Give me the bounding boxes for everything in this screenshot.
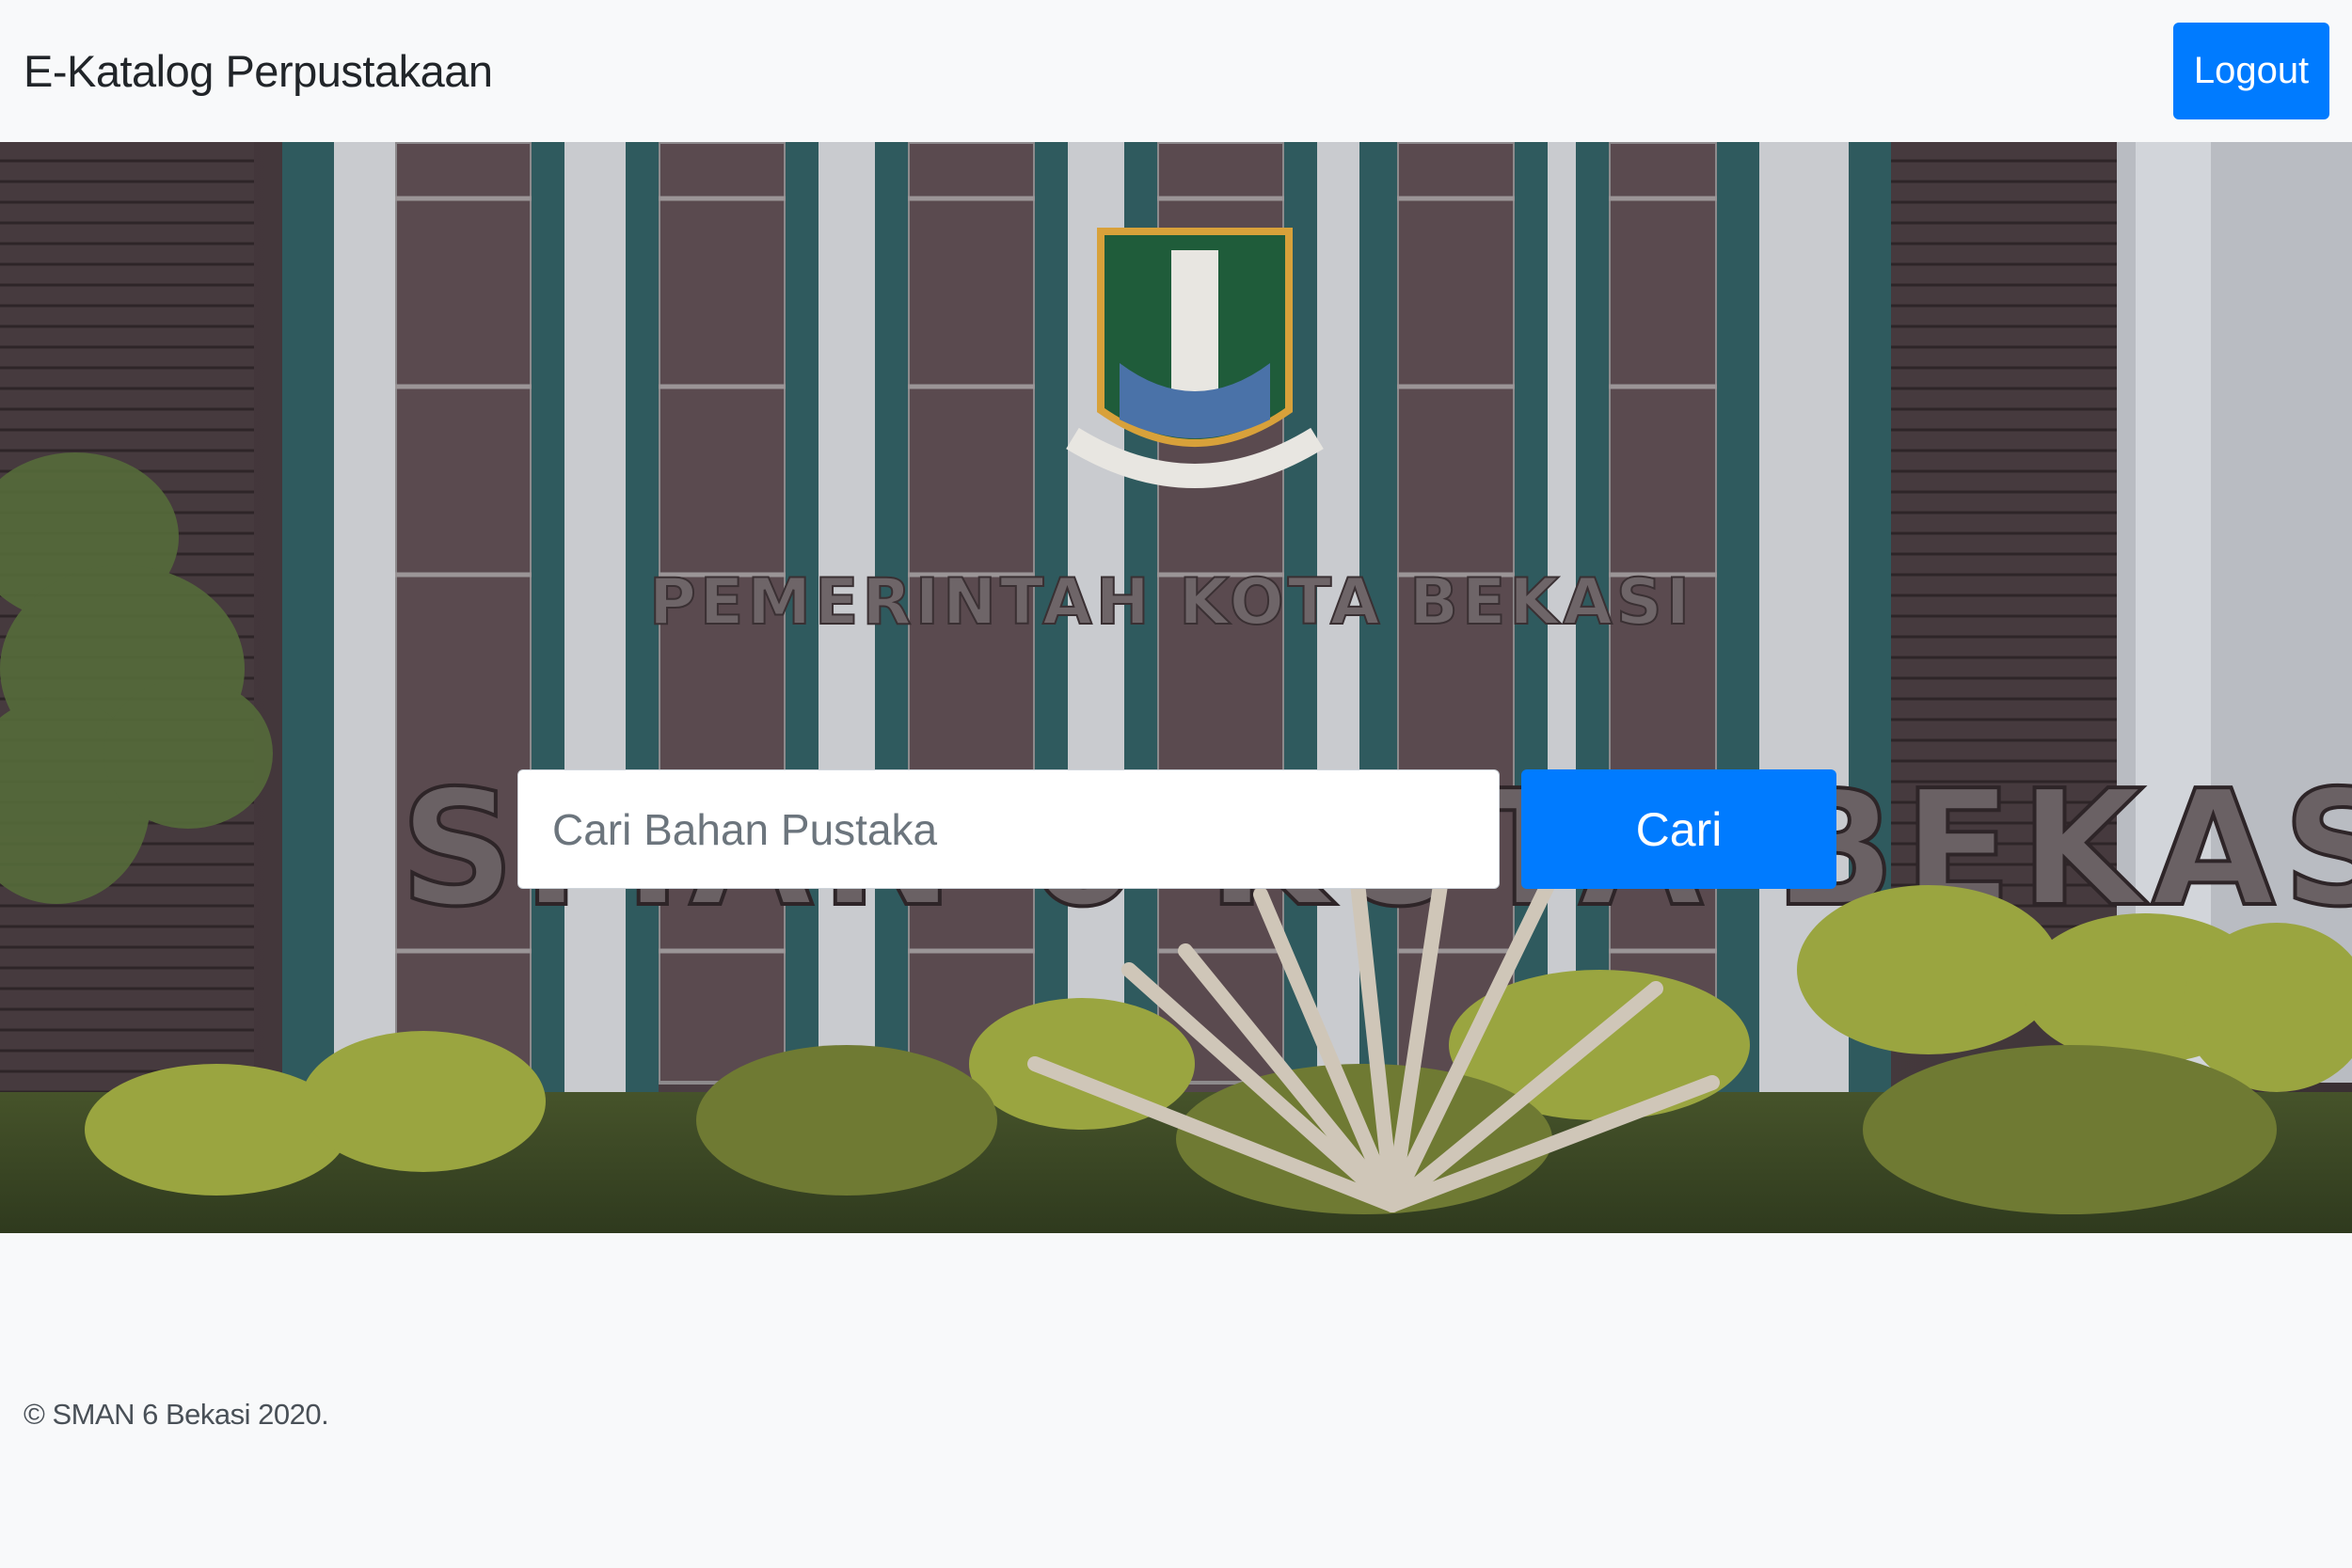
copyright-text: © SMAN 6 Bekasi 2020. (24, 1398, 329, 1431)
search-button[interactable]: Cari (1521, 769, 1836, 889)
hero-banner: PEMERINTAH KOTA BEKASI SMAN 6 KOTA BEKAS… (0, 142, 2352, 1233)
search-input[interactable] (517, 769, 1500, 889)
logout-button[interactable]: Logout (2173, 23, 2329, 119)
footer: © SMAN 6 Bekasi 2020. (0, 1233, 2352, 1568)
school-building-photo: PEMERINTAH KOTA BEKASI SMAN 6 KOTA BEKAS… (0, 142, 2352, 1233)
navbar-brand[interactable]: E-Katalog Perpustakaan (24, 43, 493, 100)
navbar: E-Katalog Perpustakaan Logout (0, 0, 2352, 142)
sign-upper-text: PEMERINTAH KOTA BEKASI (649, 565, 1693, 640)
